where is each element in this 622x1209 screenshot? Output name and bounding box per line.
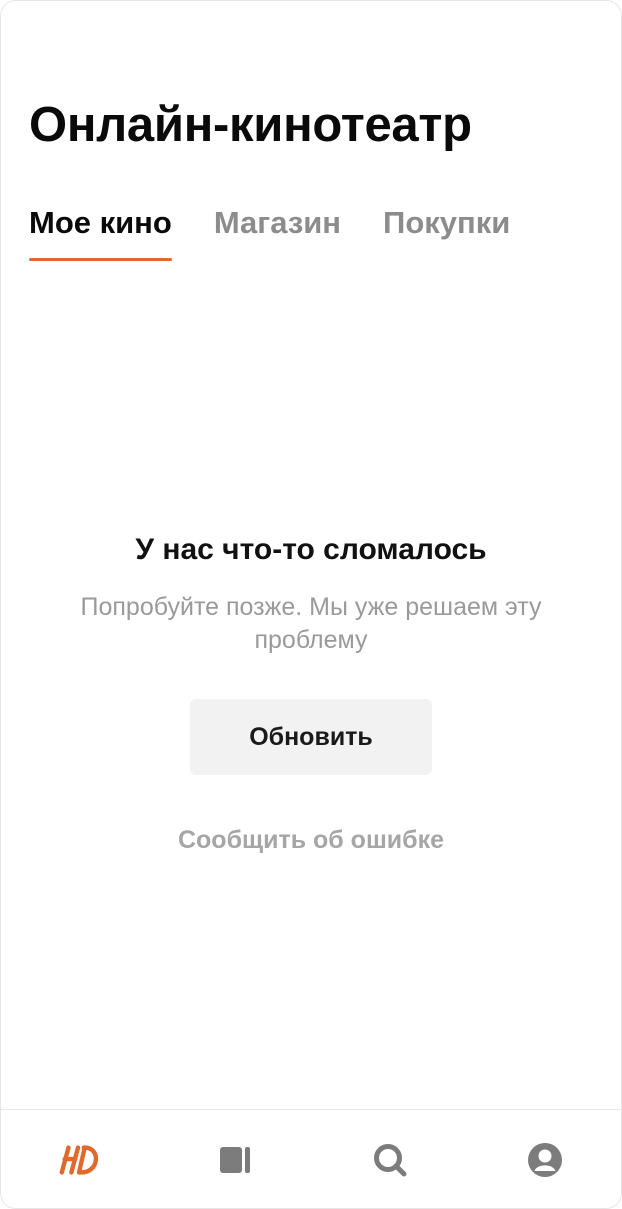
refresh-button[interactable]: Обновить: [190, 699, 432, 775]
hd-logo-icon: [59, 1145, 99, 1175]
page-title: Онлайн-кинотеатр: [29, 98, 472, 152]
search-icon: [374, 1144, 407, 1177]
app-frame: Онлайн-кинотеатр Мое кино Магазин Покупк…: [0, 0, 622, 1209]
tab-store[interactable]: Магазин: [214, 201, 341, 263]
library-icon: [220, 1147, 250, 1173]
bottom-nav: [1, 1109, 621, 1208]
nav-item-search[interactable]: [368, 1138, 412, 1182]
error-title: У нас что-то сломалось: [135, 533, 487, 566]
tab-bar: Мое кино Магазин Покупки: [29, 201, 510, 263]
profile-icon: [528, 1143, 562, 1177]
nav-item-library[interactable]: [213, 1138, 257, 1182]
report-error-link[interactable]: Сообщить об ошибке: [178, 823, 444, 857]
error-subtitle: Попробуйте позже. Мы уже решаем эту проб…: [80, 593, 542, 654]
nav-item-home[interactable]: [57, 1138, 101, 1182]
error-state: У нас что-то сломалось Попробуйте позже.…: [1, 529, 621, 857]
tab-my-movies[interactable]: Мое кино: [29, 201, 172, 263]
nav-item-profile[interactable]: [523, 1138, 567, 1182]
tab-purchases[interactable]: Покупки: [383, 201, 510, 263]
